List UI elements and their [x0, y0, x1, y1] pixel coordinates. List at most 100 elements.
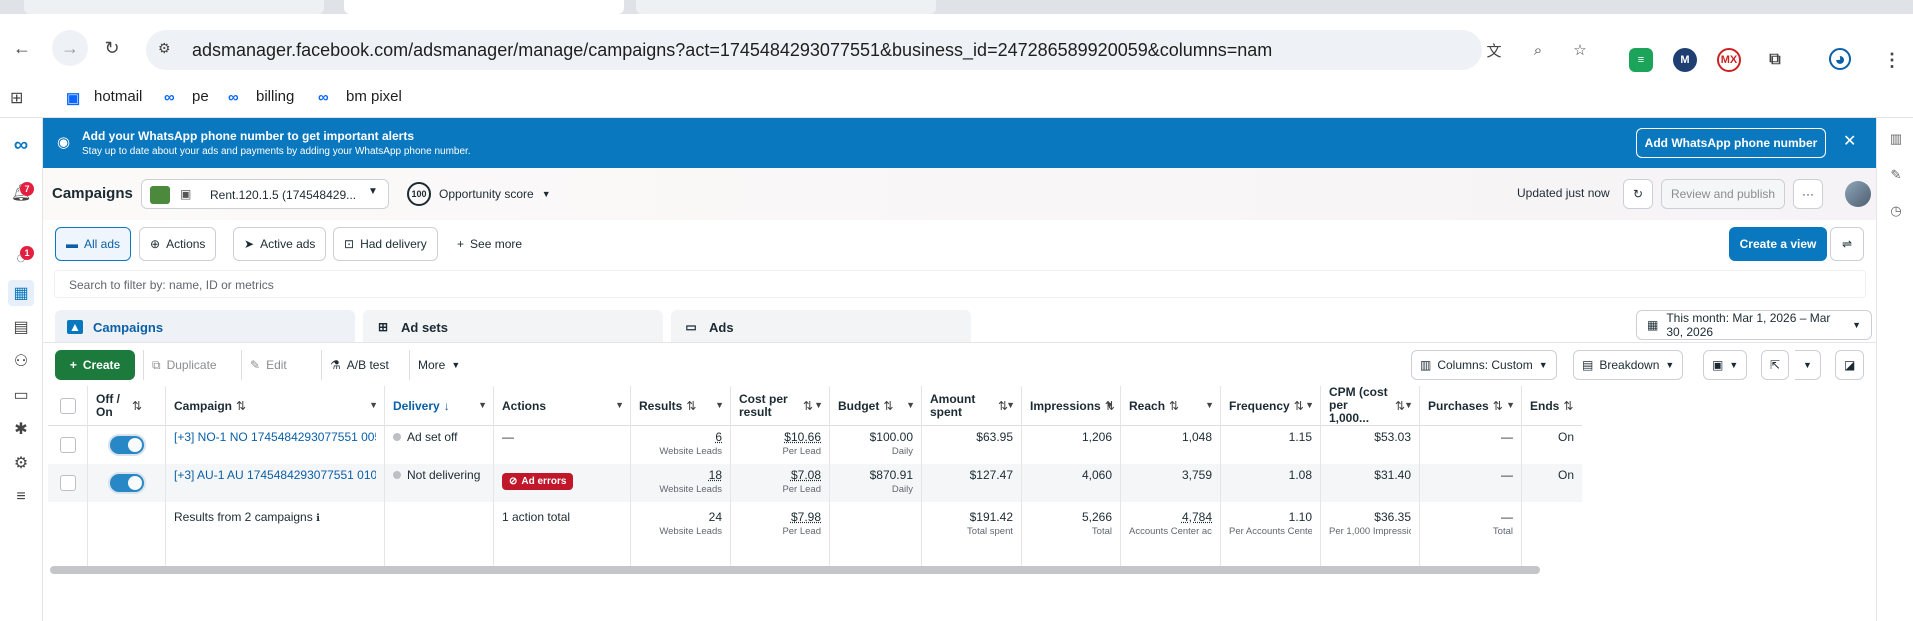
audiences-icon[interactable]: ⚇ [8, 348, 34, 374]
more-dropdown[interactable]: More ▼ [409, 350, 468, 380]
chevron-down-icon[interactable]: ▼ [1006, 400, 1015, 410]
extension-mx-icon[interactable]: MX [1717, 48, 1741, 72]
column-header[interactable]: Budget ⇅ ▼ [830, 386, 921, 426]
pages-icon[interactable]: ▤ [8, 314, 34, 340]
meta-logo-icon[interactable]: ∞ [8, 132, 34, 158]
duplicate-button[interactable]: ⧉ Duplicate [143, 350, 225, 380]
edit-pencil-icon[interactable]: ✎ [1887, 166, 1905, 184]
campaigns-table-icon[interactable]: ▦ [8, 280, 34, 306]
column-header[interactable]: Purchases ⇅ ▼ [1420, 386, 1521, 426]
chevron-down-icon[interactable]: ▼ [1506, 400, 1515, 410]
tab-campaigns[interactable]: ▲ Campaigns [55, 310, 355, 344]
back-icon[interactable]: ← [10, 36, 34, 60]
filter-had-delivery[interactable]: ⊡ Had delivery [333, 227, 438, 261]
row-checkbox[interactable] [59, 437, 76, 453]
campaign-name-link[interactable]: [+3] NO-1 NO 1745484293077551 0052 Холо.… [174, 430, 376, 444]
filter-settings-icon[interactable]: ⇌ [1830, 227, 1864, 261]
review-publish-button[interactable]: Review and publish [1661, 179, 1785, 209]
tab-ads[interactable]: ▭ Ads [671, 310, 971, 344]
column-header[interactable]: Amount spent ⇅ ▼ [922, 386, 1021, 426]
chart-icon[interactable]: ▥ [1887, 130, 1905, 148]
zoom-icon[interactable]: ⌕ [1527, 40, 1549, 60]
sort-icon[interactable]: ⇅ [1294, 399, 1304, 413]
tab-ad-sets[interactable]: ⊞ Ad sets [363, 310, 663, 344]
sort-icon[interactable]: ⇅ [1169, 399, 1179, 413]
browser-tab[interactable] [24, 0, 324, 14]
url-text[interactable]: adsmanager.facebook.com/adsmanager/manag… [192, 40, 1272, 61]
sort-arrow-icon[interactable]: ↓ [444, 399, 450, 413]
chevron-down-icon[interactable]: ▼ [1105, 400, 1114, 410]
sort-icon[interactable]: ⇅ [1493, 399, 1503, 413]
business-tools-icon[interactable]: ⚙ [8, 450, 34, 476]
add-whatsapp-button[interactable]: Add WhatsApp phone number [1636, 128, 1826, 158]
browser-menu-icon[interactable]: ⋮ [1880, 48, 1904, 72]
columns-dropdown[interactable]: ▥ Columns: Custom ▼ [1411, 350, 1557, 380]
edit-button[interactable]: ✎ Edit [241, 350, 295, 380]
chevron-down-icon[interactable]: ▼ [1404, 400, 1413, 410]
column-header[interactable]: Reach ⇅ ▼ [1121, 386, 1220, 426]
date-range-picker[interactable]: ▦ This month: Mar 1, 2026 – Mar 30, 2026 ▼ [1636, 310, 1872, 340]
profile-icon[interactable]: ◕ [1829, 48, 1851, 70]
sort-icon[interactable]: ⇅ [883, 399, 893, 413]
sort-icon[interactable]: ⇅ [236, 399, 246, 413]
column-header[interactable]: Off / On ⇅ [88, 386, 165, 426]
browser-tab[interactable] [636, 0, 936, 14]
history-icon[interactable]: ◷ [1887, 202, 1905, 220]
forward-icon[interactable]: → [52, 30, 88, 66]
chevron-down-icon[interactable]: ▼ [715, 400, 724, 410]
select-all-checkbox[interactable] [59, 397, 76, 414]
export-dropdown[interactable]: ▼ [1795, 350, 1821, 380]
sort-icon[interactable]: ⇅ [686, 399, 696, 413]
menu-icon[interactable]: ≡ [8, 484, 34, 510]
chart-toggle-button[interactable]: ◪ [1835, 350, 1865, 380]
billing-icon[interactable]: ▭ [8, 382, 34, 408]
opportunity-score[interactable]: 100 Opportunity score ▼ [407, 182, 551, 206]
extensions-puzzle-icon[interactable]: ⧉ [1763, 48, 1787, 72]
sort-icon[interactable]: ⇅ [1563, 399, 1573, 413]
campaign-name-link[interactable]: [+3] AU-1 AU 1745484293077551 0104 new n… [174, 468, 376, 482]
search-input[interactable]: Search to filter by: name, ID or metrics [54, 270, 1866, 298]
reload-icon[interactable]: ↻ [100, 36, 124, 60]
campaign-toggle[interactable] [107, 434, 146, 456]
breakdown-dropdown[interactable]: ▤ Breakdown ▼ [1573, 350, 1684, 380]
reports-dropdown[interactable]: ▣ ▼ [1703, 350, 1748, 380]
bookmark-billing[interactable]: ∞ billing [228, 88, 294, 106]
extension-sheets-icon[interactable]: ≡ [1629, 48, 1653, 72]
column-header[interactable]: Impressions ⇅ ▼ [1022, 386, 1120, 426]
ad-errors-badge[interactable]: ⊘ Ad errors [502, 473, 574, 490]
see-more-button[interactable]: + See more [447, 227, 532, 261]
chevron-down-icon[interactable]: ▼ [369, 400, 378, 410]
chevron-down-icon[interactable]: ▼ [1205, 400, 1214, 410]
refresh-button[interactable]: ↻ [1623, 179, 1653, 209]
extension-meta-icon[interactable]: M [1673, 48, 1697, 72]
chevron-down-icon[interactable]: ▼ [615, 400, 624, 410]
chevron-down-icon[interactable]: ▼ [478, 400, 487, 410]
column-header[interactable]: Ends ⇅ [1522, 386, 1582, 426]
column-header[interactable]: Actions ▼ [494, 386, 630, 426]
close-icon[interactable]: ✕ [1843, 131, 1856, 151]
filter-active-ads[interactable]: ➤ Active ads [233, 227, 327, 261]
info-icon[interactable]: ℹ [316, 513, 320, 524]
column-header[interactable]: Results ⇅ ▼ [631, 386, 730, 426]
bookmark-bm-pixel[interactable]: ∞ bm pixel [318, 88, 402, 106]
campaign-toggle[interactable] [107, 472, 146, 494]
chevron-down-icon[interactable]: ▼ [1305, 400, 1314, 410]
apps-grid-icon[interactable]: ⊞ [10, 88, 23, 108]
bookmark-hotmail[interactable]: ▣ hotmail [66, 88, 142, 107]
more-options-button[interactable]: ··· [1793, 179, 1823, 209]
column-header[interactable]: Campaign ⇅ ▼ [166, 386, 384, 426]
column-header[interactable]: Frequency ⇅ ▼ [1221, 386, 1320, 426]
horizontal-scrollbar[interactable] [50, 566, 1540, 574]
address-bar[interactable]: ⚙ adsmanager.facebook.com/adsmanager/man… [146, 30, 1587, 70]
ab-test-button[interactable]: ⚗ A/B test [321, 350, 397, 380]
create-view-button[interactable]: Create a view [1729, 227, 1827, 261]
sort-icon[interactable]: ⇅ [803, 399, 813, 413]
filter-actions[interactable]: ⊕ Actions [139, 227, 217, 261]
translate-icon[interactable]: 文 [1483, 40, 1505, 60]
chevron-down-icon[interactable]: ▼ [814, 400, 823, 410]
create-button[interactable]: + Create [55, 350, 135, 380]
site-settings-icon[interactable]: ⚙ [158, 40, 178, 60]
browser-tab-active[interactable] [344, 0, 624, 14]
filter-all-ads[interactable]: ▬ All ads [55, 227, 132, 261]
export-button[interactable]: ⇱ [1761, 350, 1790, 380]
